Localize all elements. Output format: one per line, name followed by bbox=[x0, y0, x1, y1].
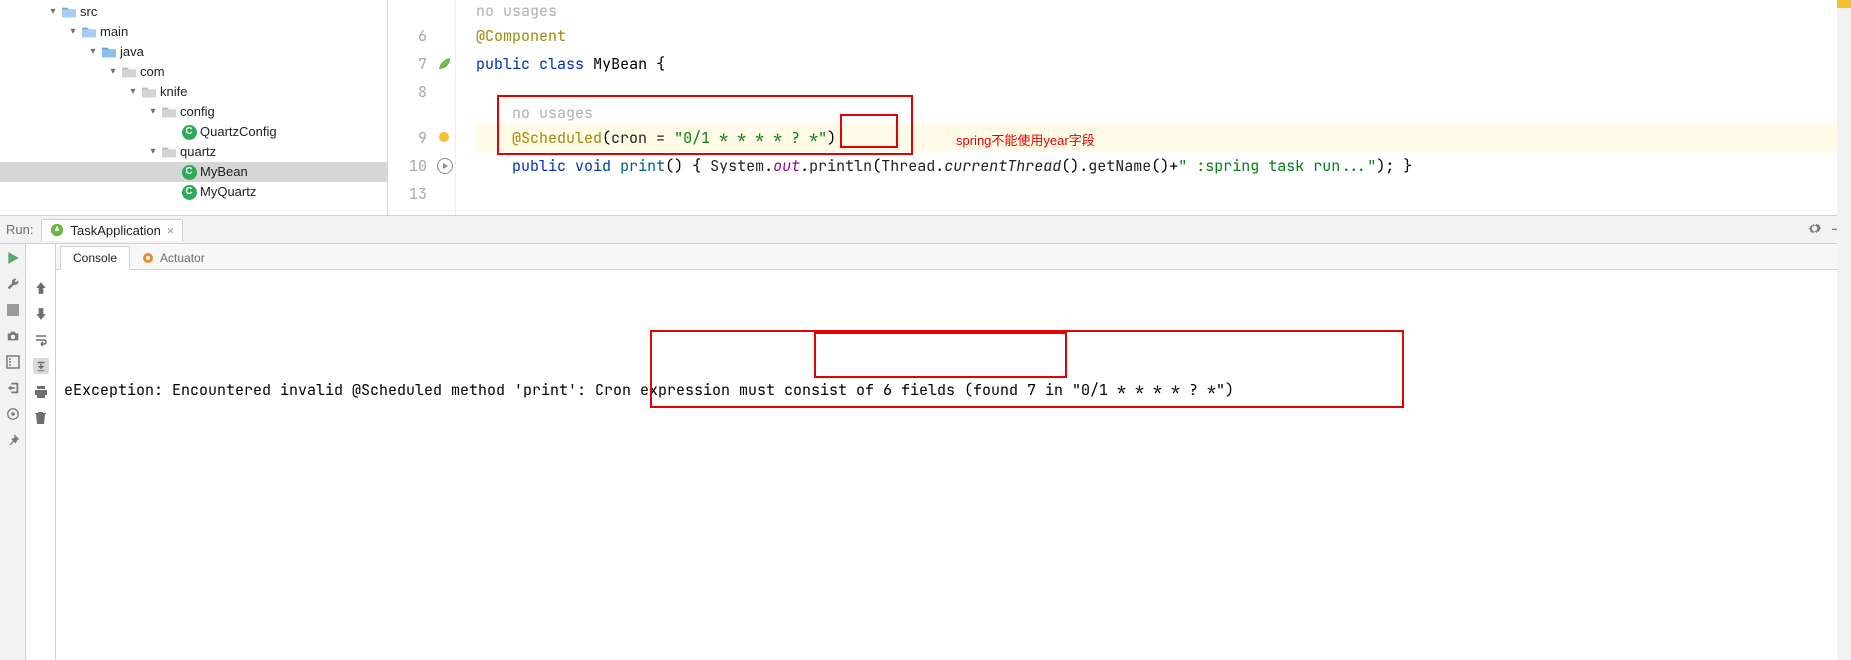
chevron-down-icon: ▾ bbox=[106, 62, 120, 82]
spring-boot-icon bbox=[50, 223, 64, 237]
package-icon bbox=[120, 66, 138, 78]
project-tree[interactable]: ▾ src ▾ main ▾ java ▾ com bbox=[0, 0, 388, 215]
stop-icon[interactable] bbox=[5, 302, 21, 318]
spring-leaf-icon bbox=[437, 56, 453, 72]
tree-node-knife[interactable]: ▾ knife bbox=[0, 82, 387, 102]
intention-bulb-icon[interactable] bbox=[439, 132, 449, 142]
chevron-down-icon: ▾ bbox=[66, 22, 80, 42]
package-icon bbox=[160, 146, 178, 158]
code-editor[interactable]: 6 7 8 9 10 13 no usages @Component publi… bbox=[388, 0, 1851, 215]
folder-icon bbox=[80, 26, 98, 38]
run-icon[interactable] bbox=[5, 250, 21, 266]
tree-node-src[interactable]: ▾ src bbox=[0, 2, 387, 22]
pin-icon[interactable] bbox=[5, 432, 21, 448]
arrow-down-icon[interactable] bbox=[33, 306, 49, 322]
print-icon[interactable] bbox=[33, 384, 49, 400]
exit-icon[interactable] bbox=[5, 380, 21, 396]
run-config-tab[interactable]: TaskApplication × bbox=[41, 219, 183, 241]
tree-node-quartz[interactable]: ▾ quartz bbox=[0, 142, 387, 162]
tab-actuator[interactable]: Actuator bbox=[130, 247, 217, 269]
scroll-to-end-icon[interactable] bbox=[33, 358, 49, 374]
soft-wrap-icon[interactable] bbox=[33, 332, 49, 348]
console-scrollbar[interactable] bbox=[1837, 28, 1851, 660]
java-class-icon: C bbox=[180, 125, 198, 140]
wrench-icon[interactable] bbox=[5, 276, 21, 292]
annotation-note: spring不能使用year字段 bbox=[956, 130, 1095, 149]
chevron-down-icon: ▾ bbox=[46, 2, 60, 22]
arrow-up-icon[interactable] bbox=[33, 280, 49, 296]
console-output[interactable]: eException: Encountered invalid @Schedul… bbox=[56, 270, 1851, 660]
run-sub-tabs: Console Actuator bbox=[56, 244, 1851, 270]
tree-node-quartzconfig[interactable]: ▾ C QuartzConfig bbox=[0, 122, 387, 142]
tree-node-mybean[interactable]: ▾ C MyBean bbox=[0, 162, 387, 182]
tree-node-myquartz[interactable]: ▾ C MyQuartz bbox=[0, 182, 387, 202]
tree-node-java[interactable]: ▾ java bbox=[0, 42, 387, 62]
tree-node-main[interactable]: ▾ main bbox=[0, 22, 387, 42]
java-class-icon: C bbox=[180, 165, 198, 180]
actuator-icon bbox=[142, 252, 154, 264]
chevron-down-icon: ▾ bbox=[146, 142, 160, 162]
camera-icon[interactable] bbox=[5, 328, 21, 344]
run-toolwindow-header: Run: TaskApplication × — bbox=[0, 216, 1851, 244]
package-icon bbox=[160, 106, 178, 118]
console-line: eException: Encountered invalid @Schedul… bbox=[64, 380, 1234, 400]
console-toolbar bbox=[26, 244, 56, 660]
warning-stripe bbox=[1837, 0, 1851, 8]
target-icon[interactable] bbox=[5, 406, 21, 422]
package-icon bbox=[140, 86, 158, 98]
tree-node-config[interactable]: ▾ config bbox=[0, 102, 387, 122]
code-area[interactable]: no usages @Component public class MyBean… bbox=[456, 0, 1851, 215]
close-icon[interactable]: × bbox=[167, 223, 175, 238]
chevron-down-icon: ▾ bbox=[146, 102, 160, 122]
annotation-highlight-box-inner bbox=[814, 332, 1067, 378]
run-side-toolbar bbox=[0, 244, 26, 660]
gear-icon[interactable] bbox=[1807, 221, 1822, 239]
folder-icon bbox=[60, 6, 78, 18]
chevron-down-icon: ▾ bbox=[86, 42, 100, 62]
run-label: Run: bbox=[6, 222, 33, 237]
run-line-marker-icon[interactable] bbox=[437, 158, 453, 174]
tree-node-com[interactable]: ▾ com bbox=[0, 62, 387, 82]
java-class-icon: C bbox=[180, 185, 198, 200]
editor-gutter: 6 7 8 9 10 13 bbox=[388, 0, 456, 215]
chevron-down-icon: ▾ bbox=[126, 82, 140, 102]
tab-console[interactable]: Console bbox=[60, 246, 130, 270]
layout-icon[interactable] bbox=[5, 354, 21, 370]
source-folder-icon bbox=[100, 46, 118, 58]
trash-icon[interactable] bbox=[33, 410, 49, 426]
